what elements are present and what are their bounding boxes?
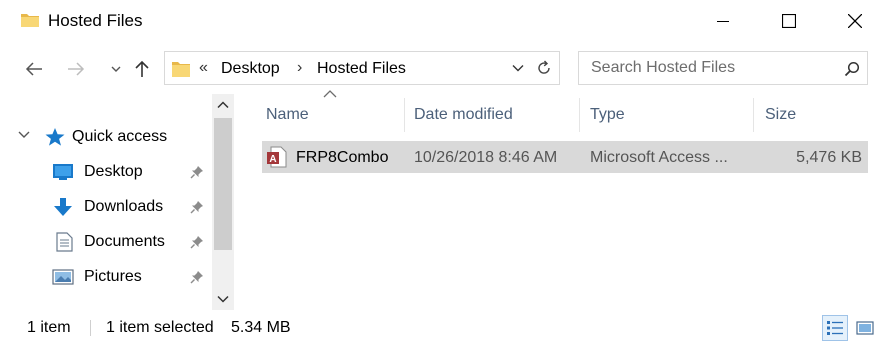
navigation-pane: Quick access Desktop Downloads Documents… [0,92,234,310]
navigation-bar: « Desktop › Hosted Files [0,48,876,90]
breadcrumb-desktop[interactable]: Desktop [221,60,280,78]
address-history-button[interactable] [507,57,529,79]
star-icon [45,128,65,146]
details-view-button[interactable] [822,315,848,341]
search-box[interactable] [578,51,868,85]
forward-button[interactable] [62,56,90,82]
search-input[interactable] [579,52,829,84]
chevron-down-icon [512,65,524,72]
svg-text:A: A [269,154,276,165]
sidebar-item-label: Pictures [84,268,142,285]
pin-icon [190,166,203,179]
chevron-up-icon [217,101,229,109]
back-button[interactable] [20,56,48,82]
status-selection-size: 5.34 MB [231,319,291,336]
chevron-down-icon [18,131,30,138]
file-date-modified: 10/26/2018 8:46 AM [414,149,558,166]
status-bar: 1 item 1 item selected 5.34 MB [0,312,876,343]
arrow-right-icon [68,62,85,76]
chevron-down-icon [111,66,121,72]
sort-ascending-icon [323,90,337,98]
minimize-icon [717,21,729,22]
file-size: 5,476 KB [796,149,862,166]
refresh-button[interactable] [533,57,555,79]
document-icon [56,232,73,252]
recent-locations-button[interactable] [102,56,130,82]
breadcrumb-separator[interactable]: › [297,59,302,77]
sidebar-item-desktop[interactable]: Desktop [0,157,210,187]
refresh-icon [538,60,550,74]
minimize-button[interactable] [700,0,746,42]
folder-icon [21,14,39,27]
arrow-up-icon [135,60,149,77]
chevron-down-icon [217,295,229,303]
sidebar-item-label: Desktop [84,163,143,180]
column-header-name[interactable]: Name [262,98,404,132]
sidebar-item-label: Documents [84,233,165,250]
picture-icon [52,269,74,285]
folder-icon [172,62,190,77]
sidebar-item-label: Downloads [84,198,164,215]
column-header-size[interactable]: Size [754,98,868,132]
close-button[interactable] [832,0,876,42]
file-type: Microsoft Access ... [590,149,728,166]
maximize-button[interactable] [766,0,812,42]
large-icons-view-button[interactable] [852,315,876,341]
search-icon [844,61,860,77]
scroll-thumb[interactable] [214,118,232,250]
title-bar: Hosted Files [0,0,876,42]
address-bar[interactable]: « Desktop › Hosted Files [164,51,560,85]
sidebar-item-label: Quick access [72,128,168,145]
desktop-icon [53,164,73,180]
status-selection: 1 item selected [106,319,214,336]
column-header-type[interactable]: Type [580,98,753,132]
scroll-down-button[interactable] [212,288,234,310]
status-item-count: 1 item [27,319,71,336]
large-icons-view-icon [856,321,874,335]
table-row[interactable]: A FRP8Combo 10/26/2018 8:46 AM Microsoft… [262,141,868,173]
file-name: FRP8Combo [296,149,389,166]
column-header-date-modified[interactable]: Date modified [405,98,579,132]
pin-icon [190,236,203,249]
status-separator [90,320,91,336]
up-button[interactable] [128,56,156,82]
maximize-icon [782,14,796,28]
pin-icon [190,271,203,284]
close-icon [848,14,862,28]
navigation-pane-scrollbar[interactable] [212,94,234,310]
window-title: Hosted Files [48,11,143,30]
sidebar-item-pictures[interactable]: Pictures [0,262,210,292]
sidebar-item-documents[interactable]: Documents [0,227,210,257]
sidebar-item-quick-access[interactable]: Quick access [0,122,210,152]
breadcrumb-overflow[interactable]: « [199,59,208,77]
search-button[interactable] [841,58,863,80]
details-view-icon [827,321,843,335]
access-database-icon: A [267,146,287,168]
arrow-left-icon [25,62,42,76]
scroll-up-button[interactable] [212,94,234,116]
sidebar-item-downloads[interactable]: Downloads [0,192,210,222]
pin-icon [190,201,203,214]
download-arrow-icon [54,198,72,216]
breadcrumb-hosted-files[interactable]: Hosted Files [317,60,406,78]
